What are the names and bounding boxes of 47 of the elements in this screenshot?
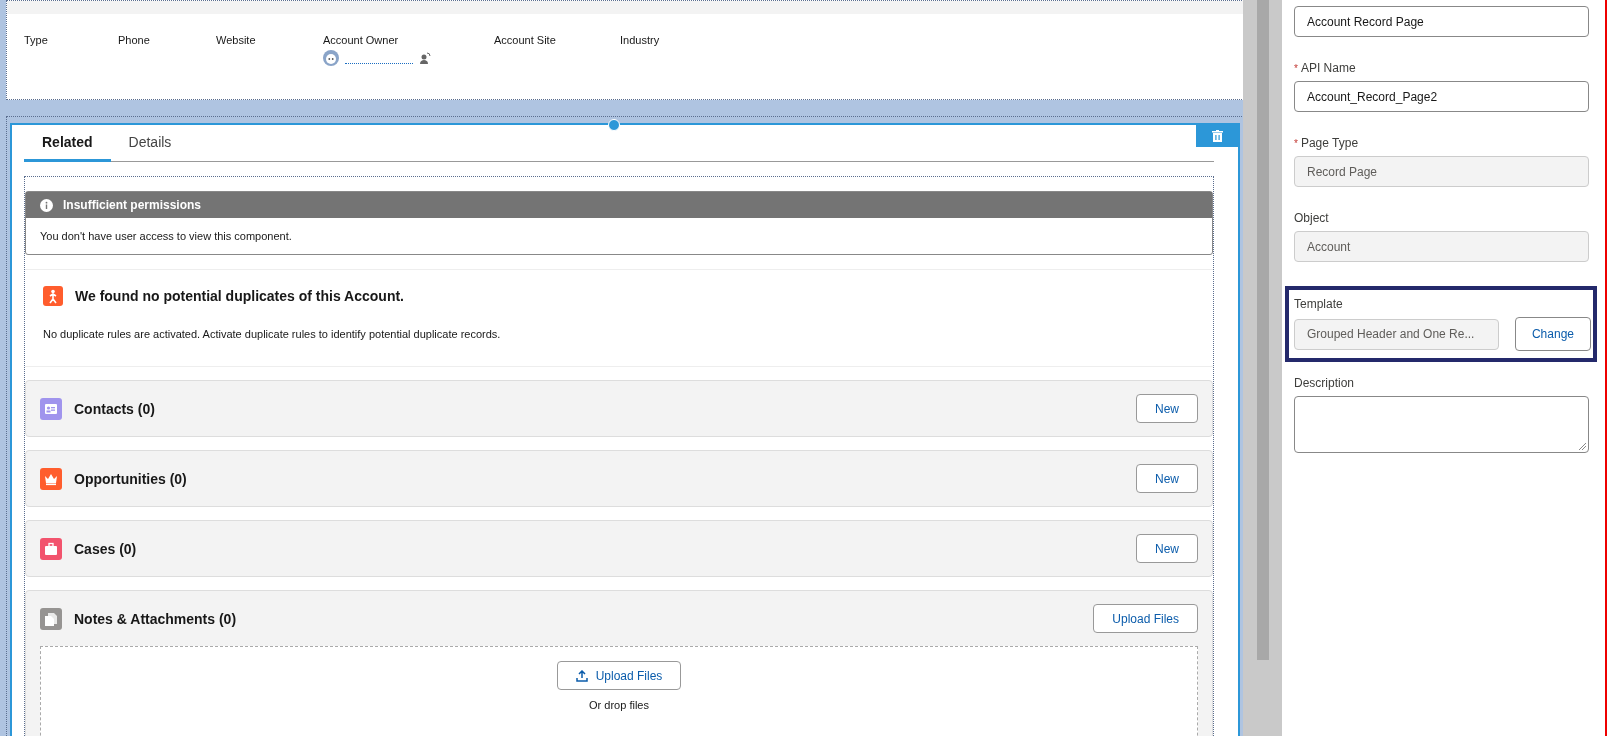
duplicate-icon	[43, 286, 63, 306]
duplicates-message: No duplicate rules are activated. Activate duplicate rules to identify potential duplicate records.	[43, 328, 502, 340]
field-label: Website	[216, 34, 257, 46]
text-field[interactable]: Account Record Page	[1294, 6, 1589, 37]
delete-button[interactable]	[1196, 125, 1238, 147]
alert-title: Insufficient permissions	[63, 198, 202, 212]
resize-handle[interactable]	[608, 119, 620, 131]
field-label: Page Type	[1300, 136, 1359, 150]
duplicates-title: We found no potential duplicates of this Account.	[75, 288, 404, 304]
info-icon	[40, 198, 53, 212]
required-marker: *	[1294, 63, 1298, 74]
field-label: API Name	[1300, 61, 1356, 75]
field-label: Account Site	[494, 34, 557, 46]
field-label: Type	[24, 34, 49, 46]
avatar-icon	[323, 50, 339, 66]
text-field[interactable]: Account_Record_Page2	[1294, 81, 1589, 112]
alert-message: You don't have user access to view this component.	[39, 229, 293, 244]
trash-icon	[1211, 130, 1223, 142]
field-label: Account Owner	[323, 34, 400, 46]
related-list-title[interactable]: Cases (0)	[74, 540, 1124, 557]
change-owner-icon[interactable]	[419, 52, 431, 64]
readonly-field[interactable]: Record Page	[1294, 156, 1589, 187]
upload-files-button[interactable]: Upload Files	[556, 661, 682, 690]
field-label: Object	[1294, 211, 1329, 225]
new-button[interactable]: New	[1136, 464, 1198, 493]
readonly-field[interactable]: Grouped Header and One Re...	[1294, 318, 1499, 350]
field-label: Template	[1294, 297, 1343, 311]
file-dropzone[interactable]: Upload Files Or drop files	[40, 646, 1198, 736]
new-button[interactable]: New	[1136, 394, 1198, 423]
scrollbar-thumb[interactable]	[1256, 0, 1269, 660]
tab[interactable]: Related	[24, 125, 111, 162]
field-label: Description	[1294, 376, 1355, 390]
description-field[interactable]	[1294, 396, 1589, 453]
field-label: Phone	[118, 34, 151, 46]
field-label: Industry	[620, 34, 661, 46]
resize-grip-icon[interactable]	[1578, 442, 1586, 450]
readonly-field[interactable]: Account	[1294, 231, 1589, 262]
related-list-title[interactable]: Contacts (0)	[74, 400, 1124, 417]
upload-icon	[575, 669, 588, 682]
required-marker: *	[1294, 138, 1298, 149]
new-button[interactable]: New	[1136, 534, 1198, 563]
related-list-title[interactable]: Notes & Attachments (0)	[74, 610, 1082, 627]
change-button[interactable]: Change	[1514, 317, 1591, 351]
related-list-title[interactable]: Opportunities (0)	[74, 470, 1124, 487]
drop-hint: Or drop files	[589, 699, 649, 711]
upload-files-button[interactable]: Upload Files	[1093, 604, 1198, 633]
tab[interactable]: Details	[110, 125, 190, 162]
